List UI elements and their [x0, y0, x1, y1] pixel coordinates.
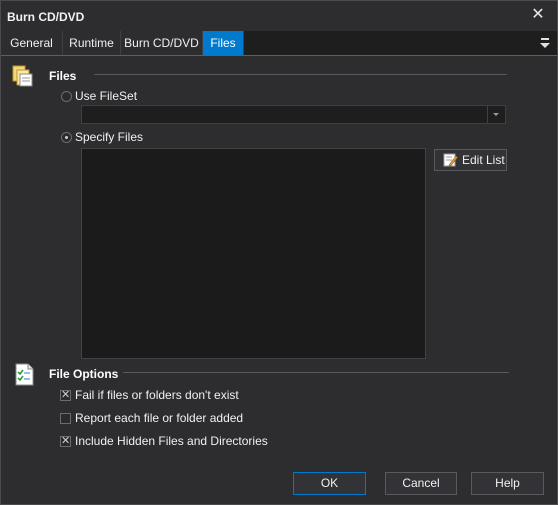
tab-burn-cd-dvd[interactable]: Burn CD/DVD: [121, 31, 203, 55]
report-each-file-label: Report each file or folder added: [75, 411, 244, 425]
include-hidden-label: Include Hidden Files and Directories: [75, 434, 268, 448]
files-list[interactable]: [81, 148, 426, 359]
checkmark-icon: ✕: [61, 435, 71, 447]
edit-list-label: Edit List: [462, 153, 505, 167]
tab-bar: General Runtime Burn CD/DVD Files: [1, 31, 557, 56]
fail-if-missing-label: Fail if files or folders don't exist: [75, 388, 239, 402]
edit-list-button[interactable]: Edit List: [434, 149, 507, 171]
tab-files[interactable]: Files: [203, 31, 244, 55]
dialog-window: Burn CD/DVD ✕ General Runtime Burn CD/DV…: [0, 0, 558, 505]
checkmark-icon: ✕: [61, 389, 71, 401]
help-button[interactable]: Help: [471, 472, 544, 495]
files-section-divider: [94, 74, 507, 75]
specify-files-label: Specify Files: [75, 130, 144, 144]
tab-menu-icon[interactable]: [539, 36, 551, 50]
ok-button[interactable]: OK: [293, 472, 366, 495]
files-section-title: Files: [49, 69, 77, 83]
chevron-down-icon[interactable]: [487, 106, 505, 123]
fail-if-missing-checkbox[interactable]: ✕: [60, 389, 71, 401]
files-section-icon: [12, 65, 33, 87]
fileset-dropdown[interactable]: [81, 105, 506, 124]
dialog-title: Burn CD/DVD: [7, 10, 85, 24]
file-options-icon: [15, 363, 34, 386]
use-fileset-radio[interactable]: [61, 91, 72, 102]
edit-icon: [443, 153, 458, 167]
title-bar: Burn CD/DVD ✕: [1, 1, 557, 31]
include-hidden-checkbox[interactable]: ✕: [60, 435, 71, 447]
specify-files-radio[interactable]: [61, 132, 72, 143]
cancel-button[interactable]: Cancel: [385, 472, 457, 495]
report-each-file-checkbox[interactable]: [60, 413, 71, 424]
file-options-divider: [123, 372, 509, 373]
use-fileset-label: Use FileSet: [75, 89, 138, 103]
tab-runtime[interactable]: Runtime: [63, 31, 121, 55]
close-icon[interactable]: ✕: [529, 6, 547, 24]
file-options-title: File Options: [49, 367, 119, 381]
tab-general[interactable]: General: [1, 31, 63, 55]
